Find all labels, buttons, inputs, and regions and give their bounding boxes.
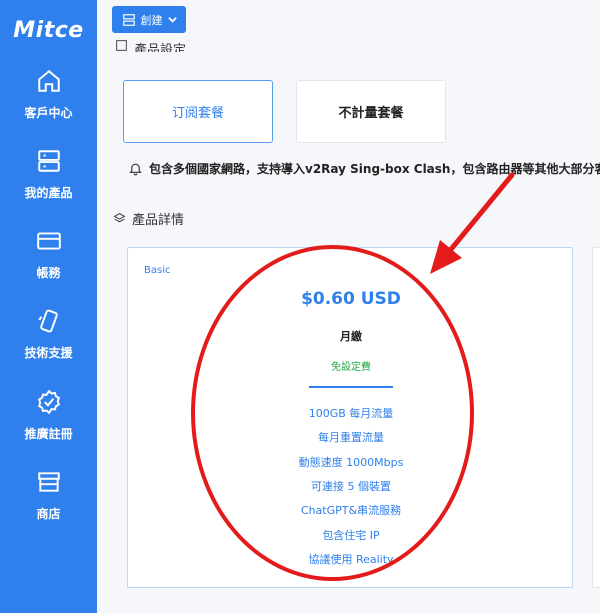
sidebar-item-my-products[interactable]: 我的產品 xyxy=(0,148,97,201)
plan-divider xyxy=(309,386,393,388)
product-settings-title: 產品設定 xyxy=(115,38,186,52)
create-button-label: 創建 xyxy=(140,14,163,27)
package-subscription-card[interactable]: 订阅套餐 xyxy=(123,80,273,143)
bell-icon xyxy=(129,163,142,176)
sidebar-item-store[interactable]: 商店 xyxy=(0,469,97,522)
plan-feature: 100GB 每月流量 xyxy=(308,407,394,420)
sidebar-item-label: 推廣註冊 xyxy=(24,427,73,441)
sidebar: Mitce 客戶中心 我的產品 帳務 技術支援 推廣註冊 商店 xyxy=(0,0,97,613)
sidebar-item-label: 客戶中心 xyxy=(24,106,73,120)
chevron-down-icon xyxy=(167,17,177,23)
layers-icon xyxy=(113,213,126,223)
plan-feature: 動態速度 1000Mbps xyxy=(298,456,404,469)
notice: 包含多個國家網路，支持導入v2Ray Sing-box Clash，包含路由器等… xyxy=(128,160,600,177)
sidebar-item-client-center[interactable]: 客戶中心 xyxy=(0,68,97,121)
plan-name: Basic xyxy=(144,265,171,276)
home-icon xyxy=(37,69,60,92)
package-unmetered-card[interactable]: 不計量套餐 xyxy=(296,80,446,143)
plan-feature: 包含住宅 IP xyxy=(322,529,380,542)
badge-check-icon xyxy=(37,389,60,415)
plan-price: $0.60 USD xyxy=(301,289,401,309)
sidebar-item-affiliates[interactable]: 推廣註冊 xyxy=(0,389,97,442)
server-stack-icon xyxy=(122,13,135,26)
plan-feature: 每月重置流量 xyxy=(318,431,384,444)
plan-setup-fee: 免設定費 xyxy=(331,362,371,373)
plan-feature: 可連接 5 個裝置 xyxy=(311,480,391,493)
card-icon xyxy=(36,232,61,250)
sidebar-item-label: 技術支援 xyxy=(24,346,73,360)
package-label: 不計量套餐 xyxy=(338,106,404,121)
sidebar-item-label: 我的產品 xyxy=(24,186,73,200)
phone-icon xyxy=(37,309,58,333)
plan-feature: ChatGPT&串流服務 xyxy=(300,504,402,517)
sidebar-item-billing[interactable]: 帳務 xyxy=(0,228,97,281)
logo[interactable]: Mitce xyxy=(0,18,97,43)
server-icon xyxy=(37,150,60,172)
sidebar-item-label: 帳務 xyxy=(36,266,61,280)
sidebar-item-label: 商店 xyxy=(36,507,61,521)
notice-text: 包含多個國家網路，支持導入v2Ray Sing-box Clash，包含路由器等… xyxy=(149,162,600,176)
package-label: 订阅套餐 xyxy=(171,106,224,121)
plan-card[interactable]: Basic $0.60 USD 月繳 免設定費 100GB 每月流量 每月重置流… xyxy=(127,247,573,588)
settings-icon xyxy=(116,40,127,51)
product-details-title: 產品詳情 xyxy=(113,209,184,228)
plan-card-next[interactable] xyxy=(592,247,600,588)
plan-period: 月繳 xyxy=(340,330,362,343)
sidebar-item-support[interactable]: 技術支援 xyxy=(0,308,97,361)
store-icon xyxy=(37,472,60,492)
plan-feature: 協議使用 Reality xyxy=(308,553,394,566)
create-button[interactable]: 創建 xyxy=(112,6,186,33)
